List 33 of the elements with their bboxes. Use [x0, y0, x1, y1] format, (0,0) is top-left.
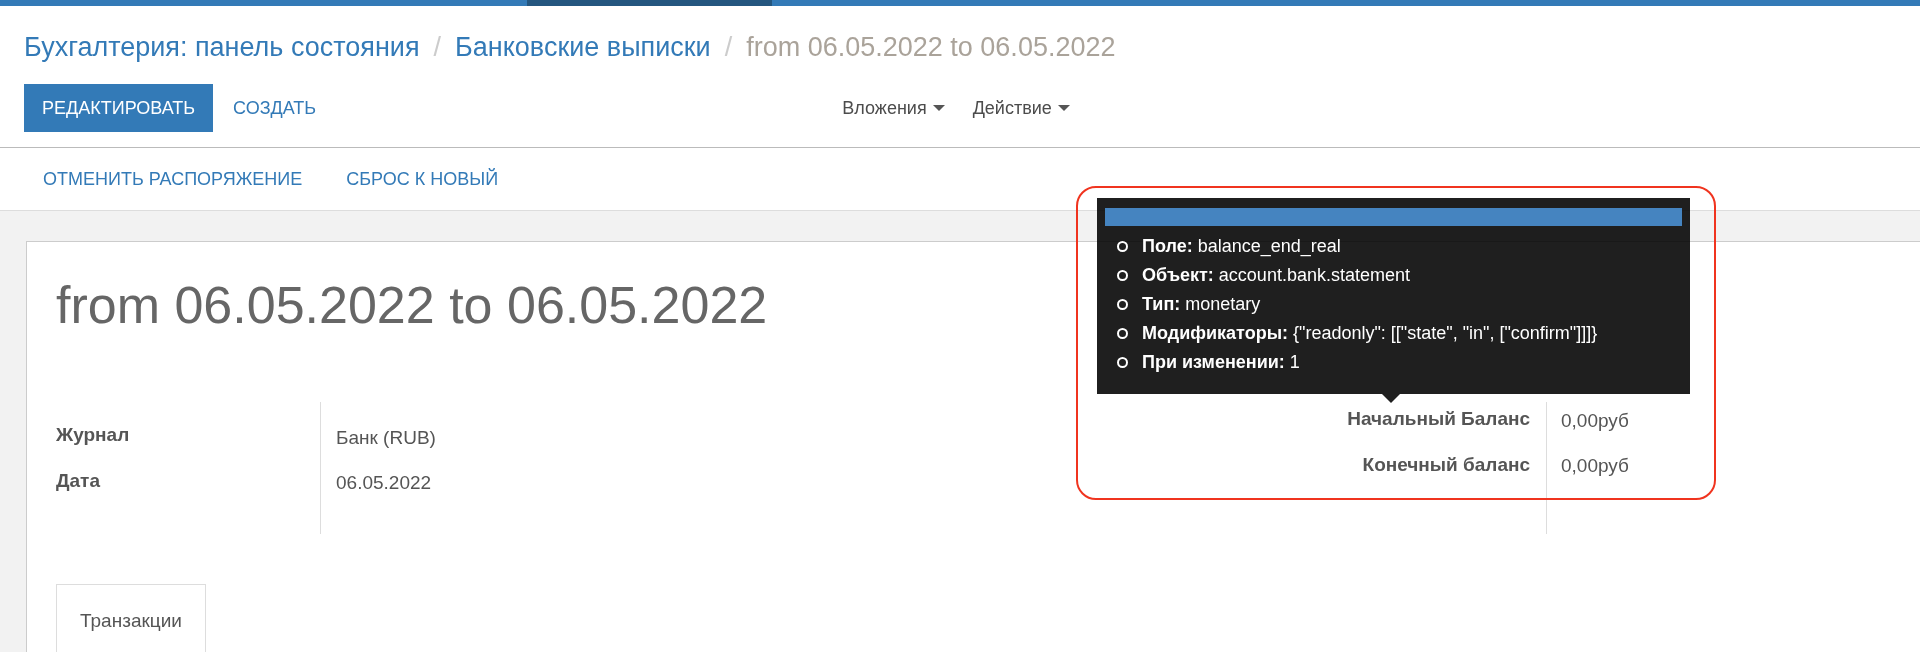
bullet-icon — [1117, 357, 1128, 368]
caret-icon — [1057, 105, 1070, 111]
tab[interactable]: Транзакции — [56, 584, 206, 652]
breadcrumb-current: from 06.05.2022 to 06.05.2022 — [746, 32, 1116, 63]
breadcrumb-link[interactable]: Бухгалтерия: панель состояния — [24, 32, 420, 63]
tooltip-line: Модификаторы: {"readonly": [["state", "in", ["confirm"]]]} — [1142, 323, 1598, 344]
caret-icon — [932, 105, 945, 111]
balance-value: 0,00руб — [1561, 410, 1629, 432]
tooltip-line: Поле: balance_end_real — [1142, 236, 1341, 257]
edit-button[interactable]: РЕДАКТИРОВАТЬ — [24, 84, 214, 132]
bullet-icon — [1117, 328, 1128, 339]
breadcrumb-separator: / — [724, 32, 733, 63]
balance-value: 0,00руб — [1561, 455, 1629, 477]
field-label: Дата — [56, 470, 101, 492]
breadcrumb-link[interactable]: Банковские выписки — [455, 32, 711, 63]
record-title: from 06.05.2022 to 06.05.2022 — [56, 275, 768, 336]
balance-label: Конечный баланс — [1362, 454, 1530, 476]
tooltip-line: Тип: monetary — [1142, 294, 1261, 315]
dropdown-button[interactable]: Вложения — [842, 97, 945, 119]
balance-label: Начальный Баланс — [1347, 408, 1530, 430]
field-label: Журнал — [56, 424, 131, 446]
breadcrumb-separator: / — [433, 32, 442, 63]
action-button[interactable]: ОТМЕНИТЬ РАСПОРЯЖЕНИЕ — [43, 168, 303, 190]
field-value: 06.05.2022 — [336, 472, 433, 494]
bullet-icon — [1117, 270, 1128, 281]
field-value: Банк (RUB) — [336, 427, 437, 449]
tooltip-line: При изменении: 1 — [1142, 352, 1300, 373]
tooltip-line: Объект: account.bank.statement — [1142, 265, 1410, 286]
bullet-icon — [1117, 241, 1128, 252]
action-button[interactable]: СБРОС К НОВЫЙ — [346, 168, 499, 190]
dropdown-button[interactable]: Действие — [972, 97, 1070, 119]
create-button[interactable]: СОЗДАТЬ — [213, 97, 337, 119]
bullet-icon — [1117, 299, 1128, 310]
